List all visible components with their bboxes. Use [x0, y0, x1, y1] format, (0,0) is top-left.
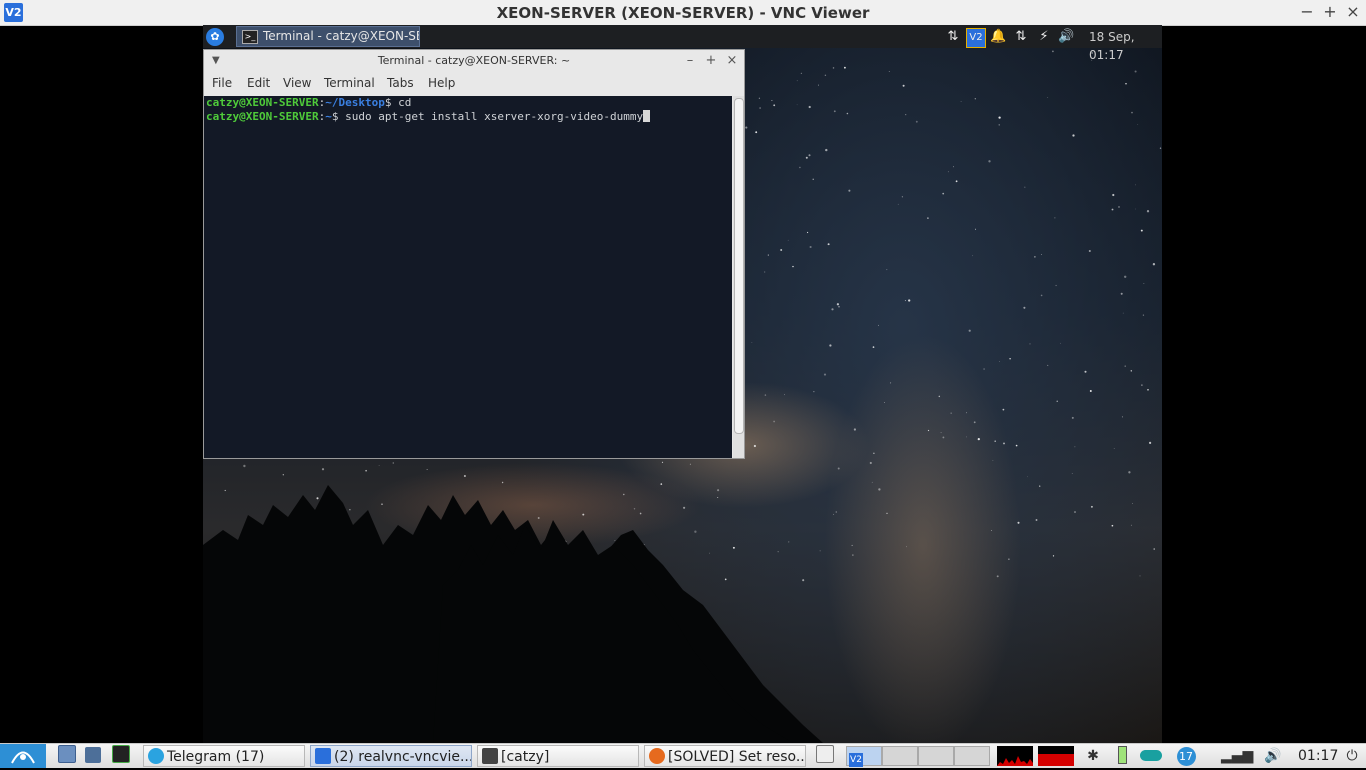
workspace-2[interactable]	[882, 746, 918, 766]
signal-strength-icon[interactable]: ▂▄▆	[1221, 746, 1253, 766]
window-title: XEON-SERVER (XEON-SERVER) - VNC Viewer	[496, 4, 870, 22]
taskbar-task-files[interactable]: [catzy]	[477, 745, 639, 767]
start-menu-button[interactable]	[0, 744, 46, 768]
terminal-window[interactable]: ▼ Terminal - catzy@XEON-SERVER: ~ – + × …	[203, 49, 745, 459]
terminal-line: catzy@XEON-SERVER:~/Desktop$ cd	[206, 96, 412, 109]
terminal-minimize-button[interactable]: –	[682, 50, 698, 72]
bottom-taskbar: Telegram (17) (2) realvnc-vncvie... [cat…	[0, 743, 1366, 768]
cpu-monitor[interactable]	[997, 746, 1033, 766]
terminal-icon: >_	[242, 29, 258, 44]
network-icon[interactable]	[85, 745, 107, 767]
taskbar-task-firefox[interactable]: [SOLVED] Set reso...	[644, 745, 806, 767]
taskbar-task-telegram[interactable]: Telegram (17)	[143, 745, 305, 767]
menu-tabs[interactable]: Tabs	[387, 72, 414, 94]
terminal-titlebar[interactable]: ▼ Terminal - catzy@XEON-SERVER: ~ – + ×	[204, 50, 744, 72]
folder-icon	[482, 748, 498, 764]
vnc-icon[interactable]: V2	[966, 28, 986, 48]
bell-icon[interactable]: 🔔	[990, 28, 1006, 46]
taskbar-task-vnc[interactable]: (2) realvnc-vncvie...	[310, 745, 472, 767]
close-button[interactable]: ×	[1343, 2, 1363, 22]
taskbar-terminal-button[interactable]: >_ Terminal - catzy@XEON-SER...	[236, 26, 420, 47]
menu-edit[interactable]: Edit	[247, 72, 270, 94]
firefox-icon	[649, 748, 665, 764]
menu-terminal[interactable]: Terminal	[324, 72, 375, 94]
volume-icon[interactable]: 🔊	[1058, 28, 1074, 46]
text-cursor	[643, 110, 651, 122]
terminal-scrollbar[interactable]	[733, 96, 744, 458]
window-menu-icon[interactable]: ▼	[212, 50, 220, 72]
menu-file[interactable]: File	[212, 72, 232, 94]
terminal-title: Terminal - catzy@XEON-SERVER: ~	[377, 54, 571, 67]
terminal-maximize-button[interactable]: +	[703, 50, 719, 72]
taskbar-clock[interactable]: 01:17	[1298, 745, 1338, 767]
show-desktop-icon[interactable]	[58, 745, 80, 767]
power-icon[interactable]: ⏻	[1343, 746, 1361, 766]
vnc-icon	[315, 748, 331, 764]
menu-view[interactable]: View	[283, 72, 311, 94]
network-transfer-icon[interactable]: ⇅	[1013, 28, 1029, 46]
workspace-3[interactable]	[918, 746, 954, 766]
network-transfer-icon[interactable]: ⇅	[945, 28, 961, 46]
toggle-icon[interactable]	[1138, 746, 1164, 766]
remote-desktop[interactable]: ✿ >_Terminal - catzy@XEON-SER... ⇅ V2 🔔 …	[203, 25, 1162, 743]
panel-clock[interactable]: 18 Sep, 01:17	[1089, 28, 1162, 64]
power-icon[interactable]: ⚡	[1036, 28, 1052, 46]
battery-icon[interactable]	[1114, 746, 1130, 766]
telegram-icon	[148, 748, 164, 764]
scrollbar-thumb[interactable]	[734, 98, 744, 434]
memory-monitor[interactable]	[1038, 746, 1074, 766]
terminal-launcher-icon[interactable]	[112, 745, 134, 767]
minimize-button[interactable]: −	[1297, 2, 1317, 22]
bluetooth-icon[interactable]: ✱	[1085, 746, 1101, 766]
terminal-close-button[interactable]: ×	[724, 50, 740, 72]
terminal-menubar: File Edit View Terminal Tabs Help	[204, 72, 744, 94]
maximize-button[interactable]: +	[1320, 2, 1340, 22]
vnc-titlebar: V2 XEON-SERVER (XEON-SERVER) - VNC Viewe…	[0, 0, 1366, 26]
whisker-menu-icon[interactable]: ✿	[206, 28, 224, 46]
top-panel: ✿ >_Terminal - catzy@XEON-SER... ⇅ V2 🔔 …	[203, 25, 1162, 62]
volume-icon[interactable]: 🔊	[1262, 746, 1284, 766]
menu-help[interactable]: Help	[428, 72, 455, 94]
terminal-line: catzy@XEON-SERVER:~$ sudo apt-get instal…	[206, 110, 730, 124]
window-list-icon[interactable]	[816, 745, 838, 767]
terminal-output[interactable]: catzy@XEON-SERVER:~/Desktop$ cd catzy@XE…	[204, 96, 732, 458]
workspace-1[interactable]: V2	[846, 746, 882, 767]
notification-badge[interactable]: 17	[1175, 746, 1197, 766]
workspace-4[interactable]	[954, 746, 990, 766]
task-label: Terminal - catzy@XEON-SER...	[263, 29, 419, 43]
